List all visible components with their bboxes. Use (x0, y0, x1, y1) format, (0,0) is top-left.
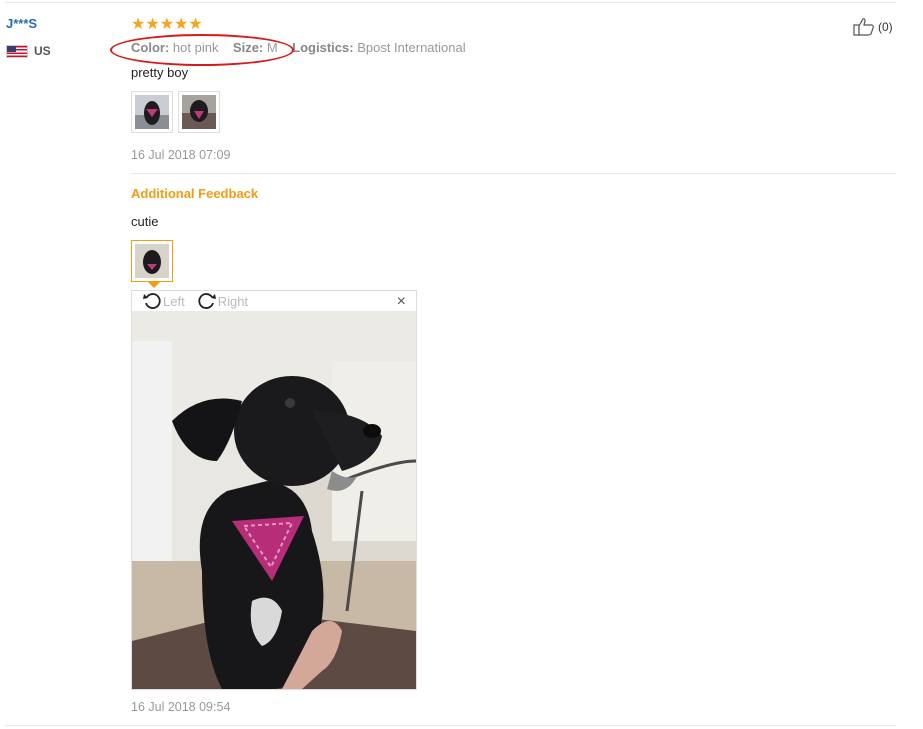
review-photo-thumb-2[interactable] (178, 91, 220, 133)
reviewer-name[interactable]: J***S (6, 16, 37, 31)
country-code: US (34, 44, 51, 58)
additional-feedback-date: 16 Jul 2018 09:54 (131, 700, 231, 714)
photo-viewer: Left Right × (131, 290, 417, 690)
review-text: pretty boy (131, 65, 189, 80)
star-rating: ★★★★★ (131, 16, 203, 33)
logistics-label: Logistics: (292, 40, 354, 55)
review-date: 16 Jul 2018 07:09 (131, 148, 231, 162)
rotate-left-button[interactable]: Left (142, 292, 185, 310)
selected-pointer (148, 282, 160, 288)
rotate-right-icon (198, 293, 216, 309)
review-photo-thumb-1[interactable] (131, 91, 173, 133)
helpful-count: (0) (878, 20, 893, 34)
bottom-divider (5, 725, 896, 726)
rotate-left-icon (143, 293, 161, 309)
rotate-right-label: Right (217, 293, 249, 309)
annotation-circle (110, 34, 294, 66)
helpful-button[interactable]: (0) (853, 17, 893, 37)
rotate-right-button[interactable]: Right (197, 292, 248, 310)
viewer-toolbar: Left Right (142, 292, 248, 310)
photo-thumbnail (135, 95, 169, 129)
dog-photo-image (132, 311, 416, 689)
review-photo (132, 311, 416, 689)
photo-thumbnail (135, 244, 169, 278)
reviewer-country: US (6, 44, 51, 58)
photo-thumbnail (182, 95, 216, 129)
additional-feedback-text: cutie (131, 214, 159, 229)
thumbs-up-icon (853, 18, 874, 36)
additional-feedback-heading: Additional Feedback (131, 186, 259, 201)
close-icon[interactable]: × (397, 293, 406, 311)
us-flag-icon (6, 44, 28, 58)
rotate-left-label: Left (163, 293, 185, 309)
logistics-value: Bpost International (357, 40, 466, 55)
feedback-divider (131, 173, 896, 174)
top-divider (5, 2, 896, 3)
additional-photo-thumb[interactable] (131, 240, 173, 282)
